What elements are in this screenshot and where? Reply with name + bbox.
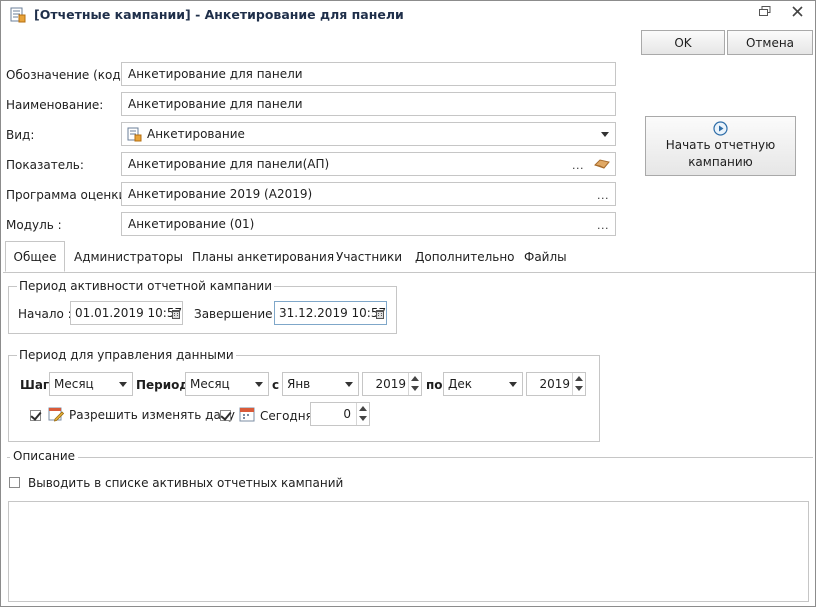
calendar-picker-icon[interactable] — [172, 308, 180, 322]
description-textarea[interactable] — [8, 501, 809, 602]
cancel-button[interactable]: Отмена — [727, 30, 813, 55]
description-divider — [7, 457, 813, 458]
tab-bar: Общее Администраторы Планы анкетирования… — [3, 241, 815, 273]
today-offset-value: 0 — [343, 407, 351, 421]
document-app-icon — [9, 6, 27, 24]
code-input[interactable]: Анкетирование для панели — [121, 62, 616, 86]
to-label: по — [426, 378, 443, 392]
show-in-active-label: Выводить в списке активных отчетных камп… — [28, 476, 344, 490]
data-period-legend: Период для управления данными — [17, 348, 236, 362]
program-value: Анкетирование 2019 (А2019) — [128, 187, 313, 201]
start-campaign-label-2: кампанию — [688, 155, 753, 169]
allow-change-date-checkbox[interactable] — [30, 410, 41, 421]
ok-button[interactable]: OK — [641, 30, 725, 55]
chevron-down-icon[interactable] — [345, 382, 353, 387]
kind-label: Вид: — [6, 128, 35, 142]
code-label: Обозначение (код): — [6, 68, 130, 82]
allow-change-date-label: Разрешить изменять дату — [69, 408, 235, 422]
tab-general[interactable]: Общее — [5, 241, 65, 272]
module-label: Модуль : — [6, 218, 62, 232]
to-month-select[interactable]: Дек — [443, 372, 523, 396]
calendar-picker-icon[interactable] — [376, 308, 384, 322]
spin-arrows-icon[interactable] — [356, 403, 369, 425]
tab-survey-plans[interactable]: Планы анкетирования — [192, 250, 334, 264]
step-select[interactable]: Месяц — [49, 372, 133, 396]
spin-arrows-icon[interactable] — [408, 373, 421, 395]
survey-icon — [127, 127, 142, 145]
chevron-down-icon[interactable] — [601, 132, 609, 137]
close-icon[interactable] — [785, 3, 809, 19]
from-year-stepper[interactable]: 2019 — [362, 372, 422, 396]
today-label: Сегодня — [260, 409, 313, 423]
activity-period-legend: Период активности отчетной кампании — [17, 279, 275, 293]
start-campaign-label-1: Начать отчетную — [665, 138, 776, 152]
to-year-value: 2019 — [539, 377, 570, 391]
period-select[interactable]: Месяц — [185, 372, 269, 396]
code-value: Анкетирование для панели — [128, 67, 303, 81]
today-checkbox[interactable] — [220, 410, 231, 421]
spin-arrows-icon[interactable] — [572, 373, 585, 395]
indicator-browse-button[interactable]: ... — [572, 159, 584, 172]
indicator-value: Анкетирование для панели(АП) — [128, 157, 330, 171]
tab-participants[interactable]: Участники — [336, 250, 402, 264]
name-input[interactable]: Анкетирование для панели — [121, 92, 616, 116]
module-browse-button[interactable]: ... — [597, 219, 609, 232]
today-offset-stepper[interactable]: 0 — [310, 402, 370, 426]
name-value: Анкетирование для панели — [128, 97, 303, 111]
module-value: Анкетирование (01) — [128, 217, 255, 231]
play-icon — [713, 121, 728, 137]
program-label: Программа оценки : — [6, 188, 135, 202]
tab-files[interactable]: Файлы — [524, 250, 567, 264]
restore-icon[interactable] — [753, 3, 777, 19]
edit-calendar-icon — [48, 406, 65, 425]
start-date-value: 01.01.2019 10:57 — [75, 306, 183, 320]
eraser-icon[interactable] — [594, 158, 610, 173]
period-value: Месяц — [190, 377, 230, 391]
window-title: [Отчетные кампании] - Анкетирование для … — [34, 7, 404, 22]
from-year-value: 2019 — [375, 377, 406, 391]
dialog-window: [Отчетные кампании] - Анкетирование для … — [0, 0, 816, 607]
end-date-input[interactable]: 31.12.2019 10:57 — [274, 301, 387, 325]
name-label: Наименование: — [6, 98, 104, 112]
description-legend: Описание — [10, 449, 79, 463]
calendar-icon — [239, 406, 255, 425]
from-month-select[interactable]: Янв — [282, 372, 359, 396]
from-month-value: Янв — [287, 377, 311, 391]
start-campaign-button[interactable]: Начать отчетную кампанию — [645, 116, 796, 176]
tab-additional[interactable]: Дополнительно — [415, 250, 515, 264]
to-month-value: Дек — [448, 377, 473, 391]
chevron-down-icon[interactable] — [119, 382, 127, 387]
step-value: Месяц — [54, 377, 94, 391]
start-date-label: Начало : — [18, 307, 72, 321]
activity-period-group: Период активности отчетной кампании Нача… — [8, 279, 397, 334]
to-year-stepper[interactable]: 2019 — [526, 372, 586, 396]
indicator-label: Показатель: — [6, 158, 84, 172]
module-input[interactable]: Анкетирование (01) ... — [121, 212, 616, 236]
show-in-active-checkbox[interactable] — [9, 477, 20, 488]
tab-administrators[interactable]: Администраторы — [74, 250, 183, 264]
data-period-group: Период для управления данными Шаг: Месяц… — [8, 348, 600, 442]
indicator-input[interactable]: Анкетирование для панели(АП) ... — [121, 152, 616, 176]
chevron-down-icon[interactable] — [255, 382, 263, 387]
kind-select[interactable]: Анкетирование — [121, 122, 616, 146]
program-input[interactable]: Анкетирование 2019 (А2019) ... — [121, 182, 616, 206]
from-label: с — [272, 378, 280, 392]
start-date-input[interactable]: 01.01.2019 10:57 — [70, 301, 183, 325]
program-browse-button[interactable]: ... — [597, 189, 609, 202]
end-date-label: Завершение : — [194, 307, 281, 321]
kind-value: Анкетирование — [147, 127, 245, 141]
title-bar: [Отчетные кампании] - Анкетирование для … — [1, 1, 815, 29]
chevron-down-icon[interactable] — [509, 382, 517, 387]
end-date-value: 31.12.2019 10:57 — [279, 306, 387, 320]
